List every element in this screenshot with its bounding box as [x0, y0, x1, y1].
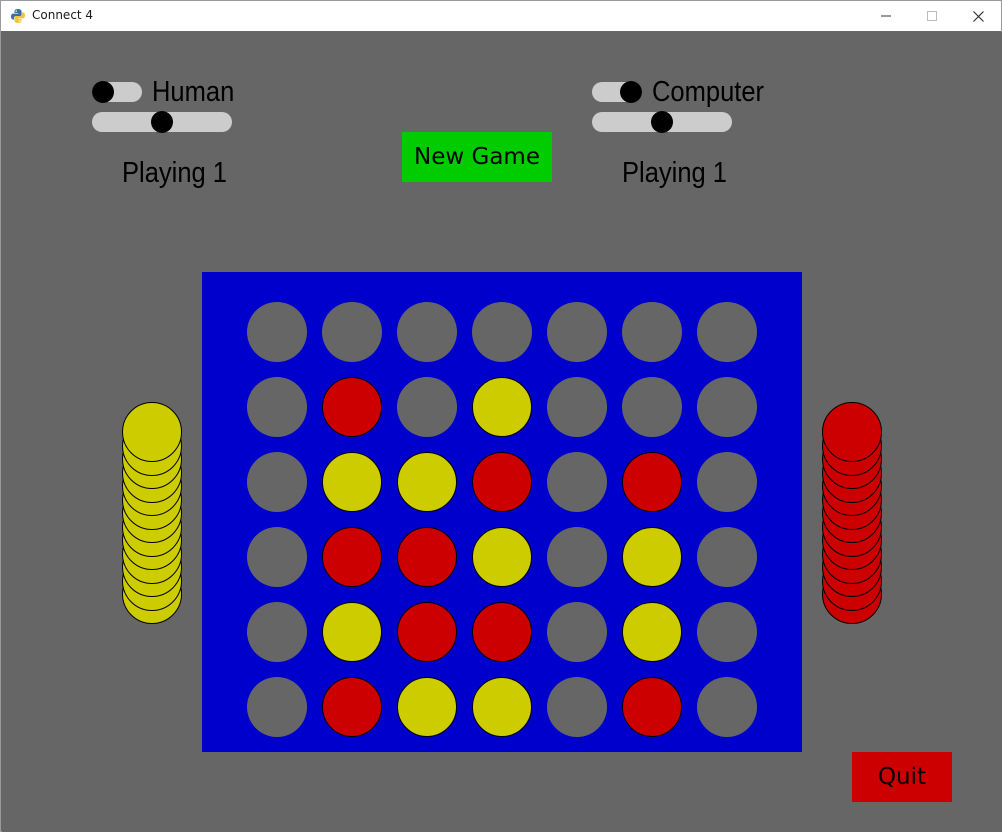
yellow-disc[interactable] — [472, 677, 532, 737]
empty-slot[interactable] — [697, 452, 757, 512]
minimize-icon — [881, 15, 891, 17]
window-title: Connect 4 — [32, 8, 94, 22]
computer-toggle[interactable] — [592, 81, 642, 103]
close-button[interactable] — [955, 1, 1001, 31]
empty-slot[interactable] — [622, 377, 682, 437]
red-disc[interactable] — [622, 452, 682, 512]
red-disc[interactable] — [622, 677, 682, 737]
empty-slot[interactable] — [697, 302, 757, 362]
maximize-button[interactable] — [909, 1, 955, 31]
empty-slot[interactable] — [247, 677, 307, 737]
empty-slot[interactable] — [547, 302, 607, 362]
computer-level-slider[interactable] — [592, 111, 732, 133]
empty-slot[interactable] — [547, 602, 607, 662]
empty-slot[interactable] — [247, 377, 307, 437]
game-area: Human Playing 1 Computer Playing 1 New G… — [2, 32, 1002, 832]
red-disc[interactable] — [472, 602, 532, 662]
yellow-disc[interactable] — [397, 452, 457, 512]
human-toggle-knob[interactable] — [92, 81, 114, 103]
human-player-label: Human — [152, 76, 235, 108]
empty-slot[interactable] — [397, 377, 457, 437]
red-disc[interactable] — [322, 527, 382, 587]
human-status: Playing 1 — [122, 157, 227, 189]
empty-slot[interactable] — [547, 377, 607, 437]
human-slider-knob[interactable] — [151, 111, 173, 133]
close-icon — [972, 10, 984, 22]
computer-slider-knob[interactable] — [651, 111, 673, 133]
yellow-disc[interactable] — [622, 602, 682, 662]
empty-slot[interactable] — [697, 527, 757, 587]
minimize-button[interactable] — [863, 1, 909, 31]
computer-toggle-knob[interactable] — [620, 81, 642, 103]
maximize-icon — [927, 11, 937, 21]
red-disc[interactable] — [472, 452, 532, 512]
red-disc[interactable] — [322, 377, 382, 437]
red-disc-pile — [822, 402, 882, 624]
empty-slot[interactable] — [247, 452, 307, 512]
human-level-slider[interactable] — [92, 111, 232, 133]
empty-slot[interactable] — [247, 302, 307, 362]
new-game-button[interactable]: New Game — [402, 132, 552, 182]
python-icon — [11, 9, 25, 23]
human-toggle[interactable] — [92, 81, 142, 103]
empty-slot[interactable] — [547, 452, 607, 512]
yellow-reserve-disc — [122, 402, 182, 462]
yellow-disc-pile — [122, 402, 182, 624]
game-board — [202, 272, 802, 752]
red-reserve-disc — [822, 402, 882, 462]
empty-slot[interactable] — [247, 602, 307, 662]
yellow-disc[interactable] — [472, 527, 532, 587]
red-disc[interactable] — [397, 527, 457, 587]
red-disc[interactable] — [397, 602, 457, 662]
yellow-disc[interactable] — [397, 677, 457, 737]
title-bar: Connect 4 — [1, 1, 1001, 31]
empty-slot[interactable] — [472, 302, 532, 362]
empty-slot[interactable] — [322, 302, 382, 362]
yellow-disc[interactable] — [322, 602, 382, 662]
empty-slot[interactable] — [697, 377, 757, 437]
app-window: Connect 4 Human Playing 1 Computer Playi… — [0, 0, 1002, 832]
computer-player-label: Computer — [652, 76, 765, 108]
red-disc[interactable] — [322, 677, 382, 737]
empty-slot[interactable] — [247, 527, 307, 587]
yellow-disc[interactable] — [322, 452, 382, 512]
empty-slot[interactable] — [697, 602, 757, 662]
empty-slot[interactable] — [547, 527, 607, 587]
empty-slot[interactable] — [697, 677, 757, 737]
empty-slot[interactable] — [622, 302, 682, 362]
empty-slot[interactable] — [397, 302, 457, 362]
yellow-disc[interactable] — [622, 527, 682, 587]
computer-status: Playing 1 — [622, 157, 727, 189]
quit-button[interactable]: Quit — [852, 752, 952, 802]
yellow-disc[interactable] — [472, 377, 532, 437]
empty-slot[interactable] — [547, 677, 607, 737]
